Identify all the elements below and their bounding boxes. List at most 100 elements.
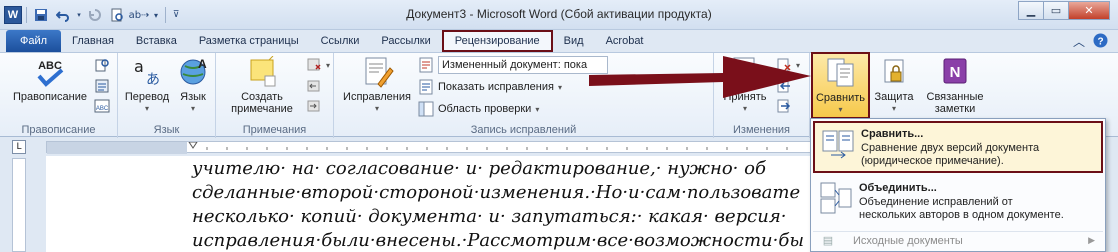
minimize-icon[interactable]: ▁ [1018, 1, 1044, 20]
word-count-icon[interactable]: ABC [94, 98, 110, 114]
menu-item-compare-desc-2: (юридическое примечание). [861, 155, 1004, 167]
reviewing-pane-dropdown-icon[interactable]: ▾ [535, 105, 539, 114]
track-changes-dropdown-icon[interactable]: ▾ [375, 103, 379, 115]
compare-versions-icon [822, 130, 854, 159]
translate-icon: a あ [134, 57, 160, 88]
previous-comment-icon[interactable] [306, 78, 322, 94]
linked-notes-label: Связанные заметки [926, 91, 984, 115]
group-label-changes: Изменения [733, 124, 790, 136]
reviewing-pane-button[interactable]: Область проверки ▾ [418, 101, 539, 117]
language-button[interactable]: A Язык ▾ [174, 56, 212, 115]
svg-text:ABC: ABC [38, 60, 62, 72]
tab-page-layout[interactable]: Разметка страницы [188, 30, 310, 52]
source-documents-label: Исходные документы [853, 234, 963, 247]
svg-text:A: A [198, 57, 207, 71]
combine-icon [820, 182, 852, 214]
tab-insert[interactable]: Вставка [125, 30, 188, 52]
document-line: учителю· на· согласование· и· редактиров… [192, 158, 766, 179]
maximize-icon[interactable]: ▭ [1043, 1, 1069, 20]
new-comment-button[interactable]: Создать примечание [220, 56, 304, 115]
annotation-arrow [589, 56, 811, 98]
linked-notes-button[interactable]: N Связанные заметки [920, 56, 990, 115]
display-for-review-icon [419, 57, 433, 73]
menu-item-combine-title: Объединить... [859, 182, 937, 194]
menu-item-compare[interactable]: Сравнить... Сравнение двух версий докуме… [813, 121, 1103, 173]
translate-button[interactable]: a あ Перевод ▾ [122, 56, 172, 115]
tab-mailings[interactable]: Рассылки [370, 30, 441, 52]
language-icon: A [180, 57, 207, 85]
menu-item-source-documents[interactable]: ▤ Исходные документы ▶ [813, 231, 1103, 249]
protect-dropdown-icon[interactable]: ▾ [892, 103, 896, 115]
svg-text:a: a [134, 57, 144, 76]
display-for-review-combo[interactable]: Измененный документ: пока [438, 56, 608, 74]
document-line: несколько· копий· документа· и· запутать… [192, 206, 787, 227]
protect-label: Защита [874, 91, 914, 103]
svg-text:あ: あ [146, 72, 160, 88]
reviewing-pane-label: Область проверки [438, 103, 532, 115]
help-icon[interactable]: ? [1093, 33, 1108, 51]
tabs-right-controls: ︿ ? [1073, 33, 1108, 51]
window-title: Документ3 - Microsoft Word (Сбой активац… [406, 7, 712, 21]
lock-icon [884, 59, 904, 83]
thesaurus-icon[interactable] [94, 78, 110, 94]
show-markup-button[interactable]: Показать исправления ▾ [418, 79, 562, 95]
svg-text:?: ? [1097, 37, 1103, 48]
research-icon[interactable] [94, 57, 110, 73]
group-language: a あ Перевод ▾ A Язык ▾ Язык [118, 53, 216, 138]
show-markup-dropdown-icon[interactable]: ▾ [558, 83, 562, 92]
group-proofing: ABC Правописание ABC Правописание [0, 53, 118, 138]
tab-references[interactable]: Ссылки [310, 30, 371, 52]
accept-dropdown-icon[interactable]: ▾ [743, 103, 747, 115]
spelling-button[interactable]: ABC Правописание [8, 56, 92, 103]
protect-button[interactable]: Защита ▾ [872, 56, 916, 115]
compare-dropdown-menu: Сравнить... Сравнение двух версий докуме… [810, 118, 1106, 252]
window-controls: ▁ ▭ ✕ [1018, 1, 1110, 20]
track-changes-label: Исправления [343, 91, 411, 103]
translate-dropdown-icon[interactable]: ▾ [145, 103, 149, 115]
group-label-proofing: Правописание [21, 124, 96, 136]
compare-dropdown-icon: ▾ [838, 105, 843, 114]
show-markup-label: Показать исправления [438, 81, 554, 93]
spelling-icon: ABC [37, 60, 64, 87]
submenu-arrow-icon: ▶ [1088, 235, 1095, 245]
tab-file[interactable]: Файл [6, 30, 62, 52]
language-dropdown-icon[interactable]: ▾ [191, 103, 195, 115]
language-label: Язык [180, 91, 206, 103]
new-comment-icon [250, 56, 276, 87]
ribbon-tabs: Файл Главная Вставка Разметка страницы С… [0, 30, 1118, 52]
title-bar: W ▾ ab⇢ ▾ ⊽ Документ3 - Microsoft Word (… [0, 0, 1118, 30]
delete-comment-icon[interactable]: ▾ [306, 57, 330, 73]
compare-button-inner: Сравнить ▾ [813, 57, 868, 116]
delete-comment-dropdown-icon[interactable]: ▾ [326, 61, 330, 70]
document-line: исправления·были·внесены.·Рассмотрим·все… [192, 230, 804, 251]
menu-item-combine-desc-1: Объединение исправлений от [859, 196, 1013, 208]
show-markup-icon [419, 79, 433, 95]
menu-item-combine[interactable]: Объединить... Объединение исправлений от… [813, 177, 1103, 227]
source-documents-icon: ▤ [822, 235, 834, 247]
tab-review[interactable]: Рецензирование [441, 30, 553, 52]
onenote-icon: N [943, 58, 967, 84]
document-line: сделанные·второй·стороной·изменения.·Но·… [192, 182, 801, 203]
reviewing-pane-icon [418, 101, 434, 117]
menu-item-combine-desc-2: нескольких авторов в одном документе. [859, 209, 1064, 221]
tab-home[interactable]: Главная [61, 30, 125, 52]
tab-view[interactable]: Вид [553, 30, 595, 52]
translate-label: Перевод [124, 91, 170, 103]
group-label-tracking: Запись исправлений [470, 124, 577, 136]
track-changes-icon [365, 57, 394, 88]
svg-text:N: N [950, 64, 961, 81]
spelling-label: Правописание [12, 91, 88, 103]
compare-button[interactable]: Сравнить ▾ [811, 52, 870, 119]
tab-selector-icon[interactable]: L [12, 140, 26, 154]
tab-acrobat[interactable]: Acrobat [595, 30, 655, 52]
group-comments: Создать примечание ▾ Примечания [216, 53, 334, 138]
svg-text:ABC: ABC [96, 106, 109, 112]
menu-item-compare-desc-1: Сравнение двух версий документа [861, 142, 1040, 154]
compare-label: Сравнить [815, 92, 865, 104]
close-icon[interactable]: ✕ [1068, 1, 1110, 20]
vertical-ruler[interactable] [12, 158, 26, 252]
collapse-ribbon-icon[interactable]: ︿ [1073, 33, 1085, 51]
group-label-language: Язык [153, 124, 180, 136]
track-changes-button[interactable]: Исправления ▾ [340, 56, 414, 115]
next-comment-icon[interactable] [306, 98, 322, 114]
